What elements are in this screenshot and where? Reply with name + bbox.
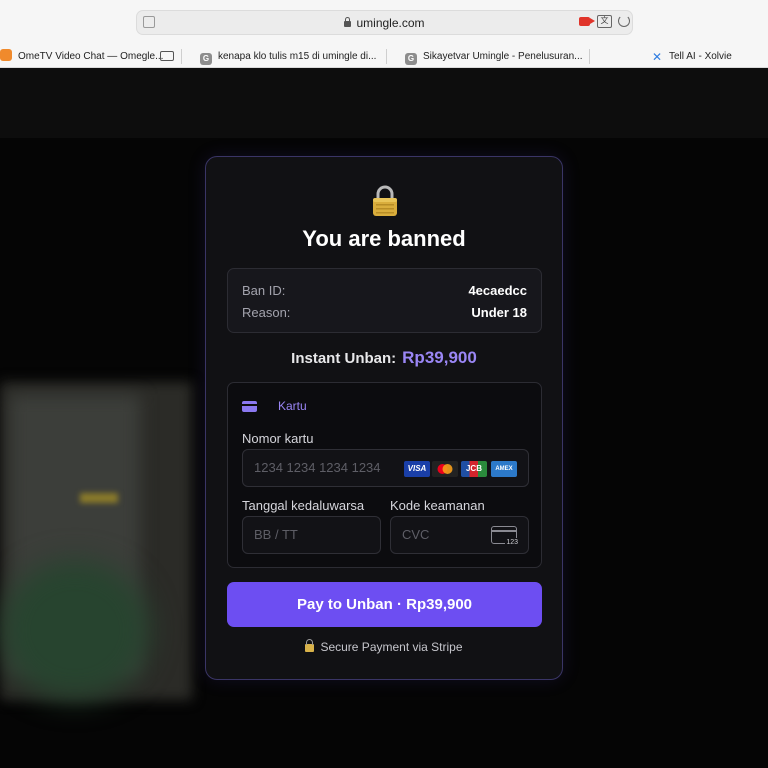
card-number-label: Nomor kartu xyxy=(242,431,314,446)
address-bar[interactable]: umingle.com 文 xyxy=(136,10,633,35)
google-favicon-icon: G xyxy=(200,53,212,65)
ban-info-panel: Ban ID: 4ecaedcc Reason: Under 18 xyxy=(227,268,542,333)
tab-bar: OmeTV Video Chat — Omegle... Gkenapa klo… xyxy=(0,45,768,68)
reload-icon[interactable] xyxy=(618,15,630,27)
secure-payment-text: Secure Payment via Stripe xyxy=(320,640,463,654)
padlock-icon xyxy=(373,185,397,216)
expiry-input[interactable]: BB / TT xyxy=(242,516,381,554)
amex-icon: AMEX xyxy=(491,461,517,477)
ometv-favicon-icon xyxy=(0,49,12,61)
credit-card-icon xyxy=(242,401,257,412)
cvc-card-icon: 123 xyxy=(491,526,519,547)
expiry-label: Tanggal kedaluwarsa xyxy=(242,498,365,513)
cvc-label: Kode keamanan xyxy=(390,498,485,513)
mastercard-icon xyxy=(432,461,458,477)
ban-id-label: Ban ID: xyxy=(242,283,286,298)
ban-modal: You are banned Ban ID: 4ecaedcc Reason: … xyxy=(205,156,563,680)
translate-icon[interactable]: 文 xyxy=(597,15,612,28)
background-video-detail xyxy=(80,493,118,503)
tab-xolvie[interactable]: ✕ Tell AI - Xolvie xyxy=(651,45,768,68)
visa-icon: VISA xyxy=(404,461,430,477)
background-video-detail xyxy=(0,560,150,700)
pay-to-unban-button[interactable]: Pay to Unban · Rp39,900 xyxy=(227,582,542,627)
cvc-placeholder: CVC xyxy=(402,527,430,542)
reason-label: Reason: xyxy=(242,305,291,320)
tab-label: Tell AI - Xolvie xyxy=(669,51,732,62)
ban-id-value: 4ecaedcc xyxy=(468,283,527,298)
tab-divider xyxy=(181,49,182,64)
unban-price-amount: Rp39,900 xyxy=(402,348,477,367)
ban-id-row: Ban ID: 4ecaedcc xyxy=(242,283,527,301)
cvc-input[interactable]: CVC 123 xyxy=(390,516,529,554)
tab-ometv[interactable]: OmeTV Video Chat — Omegle... xyxy=(0,45,178,68)
expiry-placeholder: BB / TT xyxy=(254,527,298,542)
tab-label: Sikayetvar Umingle - Penelusuran... xyxy=(423,51,583,62)
camera-in-use-icon[interactable] xyxy=(579,17,595,26)
card-payment-form: Kartu Nomor kartu 1234 1234 1234 1234 VI… xyxy=(227,382,542,568)
url-text: umingle.com xyxy=(356,16,425,30)
lock-icon xyxy=(344,17,352,27)
tab-divider xyxy=(386,49,387,64)
background-header xyxy=(0,68,768,138)
tab-label: kenapa klo tulis m15 di umingle di... xyxy=(218,51,377,62)
tab-divider xyxy=(589,49,590,64)
reason-value: Under 18 xyxy=(471,305,527,320)
lock-icon xyxy=(305,639,315,652)
tab-label: OmeTV Video Chat — Omegle... xyxy=(18,51,164,62)
reason-row: Reason: Under 18 xyxy=(242,305,527,323)
tab-sikayetvar[interactable]: G Sikayetvar Umingle - Penelusuran... xyxy=(405,45,585,68)
card-number-placeholder: 1234 1234 1234 1234 xyxy=(254,460,381,475)
jcb-icon: JCB xyxy=(461,461,487,477)
tab-kenapa[interactable]: Gkenapa klo tulis m15 di umingle di... xyxy=(200,45,382,68)
card-tab[interactable]: Kartu xyxy=(278,399,307,413)
browser-chrome: umingle.com 文 OmeTV Video Chat — Omegle.… xyxy=(0,0,768,68)
card-number-input[interactable]: 1234 1234 1234 1234 VISA JCB AMEX xyxy=(242,449,529,487)
google-favicon-icon: G xyxy=(405,53,417,65)
camera-off-icon xyxy=(160,51,174,61)
xolvie-favicon-icon: ✕ xyxy=(651,50,663,64)
unban-price: Instant Unban: Rp39,900 xyxy=(206,348,562,368)
unban-price-label: Instant Unban: xyxy=(291,350,397,367)
url-display[interactable]: umingle.com xyxy=(137,16,632,30)
modal-title: You are banned xyxy=(302,226,466,251)
cvc-icon-text: 123 xyxy=(505,538,519,547)
secure-payment-note: Secure Payment via Stripe xyxy=(206,639,562,654)
